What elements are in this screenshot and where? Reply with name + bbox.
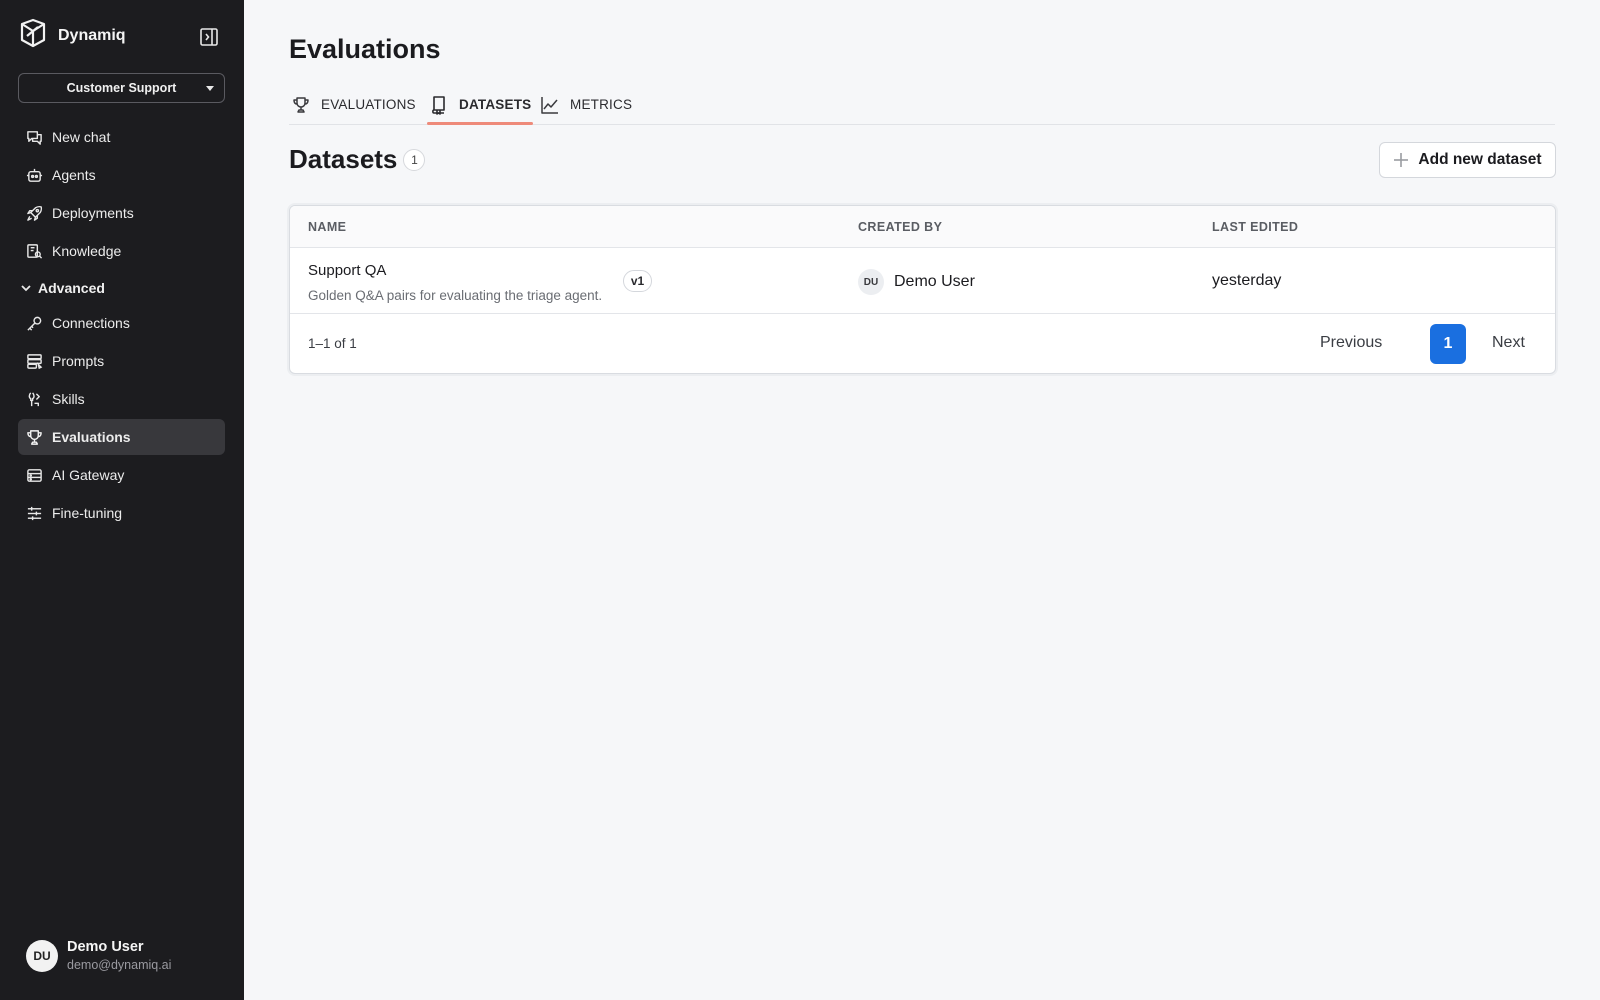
tab-datasets[interactable]: DATASETS (429, 84, 531, 125)
sidebar-item-new-chat[interactable]: New chat (18, 119, 225, 155)
sidebar-item-label: Fine-tuning (52, 505, 123, 521)
count-badge: 1 (403, 148, 426, 171)
trophy-icon (293, 96, 309, 113)
created-by: DU Demo User (858, 269, 975, 295)
gateway-icon (27, 468, 42, 482)
page-1-button[interactable]: 1 (1430, 324, 1466, 364)
chat-icon (27, 130, 42, 145)
sidebar-item-label: Knowledge (52, 243, 122, 259)
previous-page-button[interactable]: Previous (1320, 334, 1382, 352)
trophy-icon (27, 429, 42, 445)
sidebar: Dynamiq Customer Support New chat Agents… (0, 0, 244, 1000)
tab-evaluations[interactable]: EVALUATIONS (291, 84, 416, 125)
sidebar-item-ai-gateway[interactable]: AI Gateway (18, 457, 225, 493)
sidebar-item-skills[interactable]: Skills (18, 381, 225, 417)
brand[interactable]: Dynamiq (18, 18, 126, 53)
tab-label: EVALUATIONS (321, 97, 416, 112)
column-header-name[interactable]: NAME (308, 220, 346, 234)
dataset-name[interactable]: Support QA (308, 262, 386, 279)
key-icon (27, 316, 42, 331)
chevron-down-icon (21, 285, 31, 292)
sidebar-item-fine-tuning[interactable]: Fine-tuning (18, 495, 225, 531)
advanced-section-label: Advanced (38, 280, 105, 296)
dataset-description: Golden Q&A pairs for evaluating the tria… (308, 288, 603, 303)
datasets-table: NAME CREATED BY LAST EDITED Support QA G… (289, 205, 1556, 374)
pagination: 1–1 of 1 Previous 1 Next (290, 315, 1555, 373)
sidebar-item-evaluations[interactable]: Evaluations (18, 419, 225, 455)
brand-name: Dynamiq (58, 26, 126, 44)
last-edited: yesterday (1212, 272, 1282, 289)
workspace-select[interactable]: Customer Support (18, 73, 225, 103)
robot-icon (26, 168, 43, 182)
creator-name: Demo User (894, 273, 975, 290)
active-tab-indicator (427, 122, 533, 125)
tab-metrics[interactable]: METRICS (540, 84, 632, 125)
collapse-sidebar-button[interactable] (198, 26, 220, 48)
section-header: Datasets 1 (289, 144, 426, 175)
sidebar-item-label: Evaluations (52, 429, 131, 445)
prompts-icon (27, 353, 43, 369)
pagination-range: 1–1 of 1 (308, 336, 357, 351)
sidebar-item-connections[interactable]: Connections (18, 305, 225, 341)
column-header-last-edited[interactable]: LAST EDITED (1212, 220, 1298, 234)
advanced-section-toggle[interactable]: Advanced (18, 271, 225, 305)
user-email: demo@dynamiq.ai (67, 958, 172, 972)
version-badge: v1 (623, 270, 652, 292)
sidebar-item-label: Skills (52, 391, 85, 407)
dataset-icon (432, 95, 445, 115)
column-header-created-by[interactable]: CREATED BY (858, 220, 942, 234)
table-header: NAME CREATED BY LAST EDITED (290, 206, 1555, 248)
sidebar-item-deployments[interactable]: Deployments (18, 195, 225, 231)
sidebar-toggle-icon (200, 28, 218, 46)
tab-label: METRICS (570, 97, 633, 112)
user-name: Demo User (67, 939, 144, 955)
user-profile[interactable]: DU Demo User demo@dynamiq.ai (26, 939, 171, 972)
sidebar-item-label: AI Gateway (52, 467, 125, 483)
plus-icon (1394, 153, 1409, 167)
sidebar-item-label: Prompts (52, 353, 105, 369)
workspace-select-label: Customer Support (66, 81, 177, 95)
tab-label: DATASETS (459, 97, 532, 112)
caret-down-icon (206, 86, 214, 91)
section-title: Datasets (289, 144, 398, 174)
next-page-button[interactable]: Next (1492, 334, 1525, 352)
rocket-icon (27, 205, 43, 221)
sidebar-item-prompts[interactable]: Prompts (18, 343, 225, 379)
sidebar-item-label: Deployments (52, 205, 134, 221)
page-title: Evaluations (289, 34, 441, 64)
skills-icon (28, 391, 40, 406)
avatar: DU (26, 939, 58, 972)
avatar: DU (858, 269, 884, 295)
sidebar-item-knowledge[interactable]: Knowledge (18, 233, 225, 269)
sidebar-item-label: Agents (52, 167, 96, 183)
sidebar-item-label: New chat (52, 129, 111, 145)
chart-line-icon (541, 96, 558, 114)
add-button-label: Add new dataset (1418, 151, 1542, 168)
sidebar-item-agents[interactable]: Agents (18, 157, 225, 193)
table-row[interactable]: Support QA Golden Q&A pairs for evaluati… (290, 248, 1555, 314)
dynamiq-logo-icon (18, 18, 48, 53)
main-content: Evaluations EVALUATIONS DATASETS METRICS… (244, 0, 1600, 1000)
sidebar-item-label: Connections (52, 315, 130, 331)
add-new-dataset-button[interactable]: Add new dataset (1379, 142, 1556, 178)
sidebar-nav: New chat Agents Deployments Knowledge Ad… (18, 119, 225, 533)
knowledge-icon (27, 243, 43, 259)
sliders-icon (27, 506, 42, 520)
tab-bar: EVALUATIONS DATASETS METRICS (289, 84, 1555, 125)
